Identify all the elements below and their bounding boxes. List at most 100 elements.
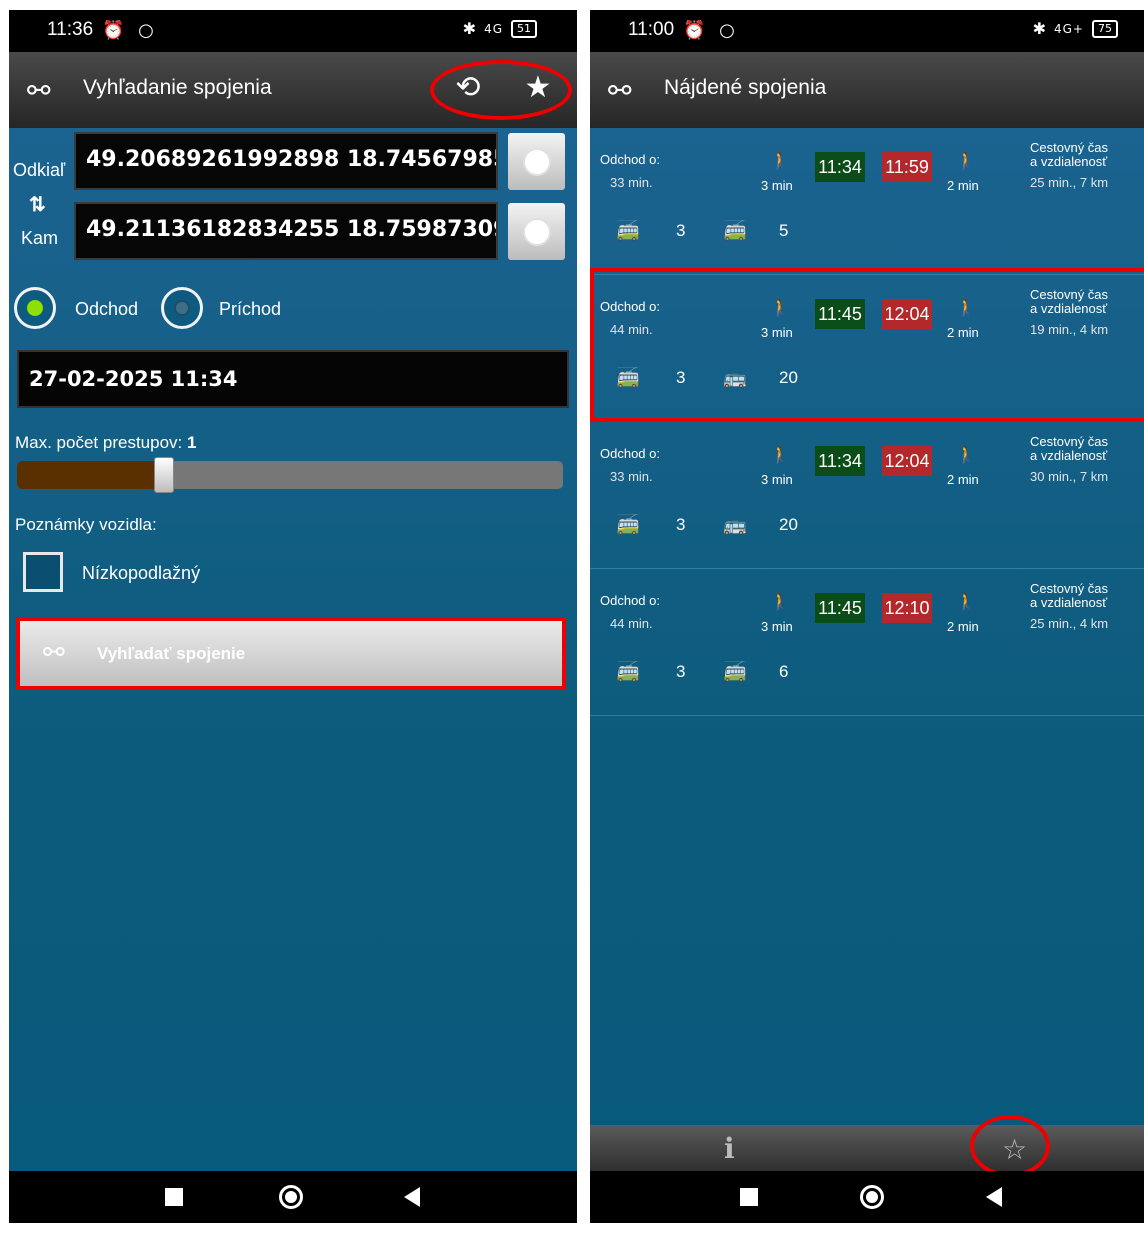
route-icon: ⚯ <box>27 74 51 107</box>
lowfloor-checkbox[interactable] <box>23 552 63 592</box>
departure-in-label: Odchod o: <box>600 446 660 461</box>
travel-time-value: 30 min., 7 km <box>1030 469 1109 484</box>
travel-time-value: 25 min., 7 km <box>1030 175 1109 190</box>
line-number: 3 <box>676 221 686 240</box>
result-row[interactable]: Odchod o: 33 min. 🚶 3 min 11:34 12:04 🚶 2 min Ce… <box>590 422 1144 569</box>
info-icon[interactable]: i <box>724 1132 735 1165</box>
result-row[interactable]: Odchod o: 44 min. 🚶 3 min 11:45 12:10 🚶 2 min Ce… <box>590 569 1144 716</box>
highlight-oval-favorite <box>970 1115 1050 1177</box>
result-row[interactable]: Odchod o: 33 min. 🚶 3 min 11:34 11:59 🚶 2 min Ce… <box>590 128 1144 275</box>
status-bar: 11:36 ⏰ ○ ✱ 4G 51 <box>9 10 577 52</box>
walk-icon: 🚶 <box>956 447 976 464</box>
highlight-rect-search <box>16 617 566 690</box>
globe-icon <box>522 217 551 246</box>
system-nav-bar <box>590 1171 1144 1223</box>
from-label: Odkiaľ <box>13 160 66 180</box>
to-map-button[interactable] <box>508 203 565 260</box>
travel-time-label: Cestovný čas a vzdialenosť <box>1030 581 1109 610</box>
recents-button[interactable] <box>740 1188 758 1206</box>
back-button[interactable] <box>404 1187 420 1207</box>
bus-icon: 🚌 <box>723 515 747 536</box>
vehicle-notes-label: Poznámky vozidla: <box>15 515 157 534</box>
to-label: Kam <box>21 228 59 248</box>
home-button[interactable] <box>279 1185 303 1209</box>
transfers-slider[interactable] <box>17 457 563 493</box>
walk-before-time: 3 min <box>761 178 793 193</box>
route-icon: ⚯ <box>608 74 632 107</box>
status-right-icons: ✱ 4G+ 75 <box>1033 19 1118 38</box>
battery-icon: 51 <box>511 19 537 38</box>
status-bar: 11:00 ⏰ ○ ✱ 4G+ 75 <box>590 10 1144 52</box>
line-number: 3 <box>676 515 686 534</box>
to-input[interactable]: 49.21136182834255 18.75987309962€ <box>74 202 498 260</box>
arrival-radio[interactable] <box>161 287 203 329</box>
departure-time: 11:34 <box>815 446 865 476</box>
line-number: 20 <box>779 515 798 534</box>
radio-selected-dot <box>27 300 43 316</box>
departure-time: 11:45 <box>815 593 865 623</box>
radio-unselected-dot <box>174 300 190 316</box>
walk-icon: 🚶 <box>770 153 790 170</box>
walk-after-time: 2 min <box>947 472 979 487</box>
travel-time-label: Cestovný čas a vzdialenosť <box>1030 434 1109 463</box>
walk-icon: 🚶 <box>770 594 790 611</box>
departure-in-value: 44 min. <box>610 616 653 631</box>
back-button[interactable] <box>986 1187 1002 1207</box>
walk-before-time: 3 min <box>761 619 793 634</box>
trolleybus-icon: 🚎 <box>616 515 640 536</box>
departure-in-value: 33 min. <box>610 469 653 484</box>
departure-in-value: 33 min. <box>610 175 653 190</box>
trolleybus-icon: 🚎 <box>616 221 640 242</box>
trolleybus-icon: 🚎 <box>723 221 747 242</box>
system-nav-bar <box>9 1171 577 1223</box>
trolleybus-icon: 🚎 <box>616 662 640 683</box>
travel-time-value: 25 min., 4 km <box>1030 616 1109 631</box>
status-time: 11:00 <box>628 19 675 40</box>
arrival-time: 12:04 <box>882 446 932 476</box>
recents-button[interactable] <box>165 1188 183 1206</box>
signal-icon: 4G <box>484 21 503 36</box>
results-screen: 11:00 ⏰ ○ ✱ 4G+ 75 ⚯ Nájdené spojenia Od… <box>590 10 1144 1223</box>
globe-icon <box>522 147 551 176</box>
battery-icon: 75 <box>1092 19 1118 38</box>
departure-label[interactable]: Odchod <box>75 299 138 320</box>
walk-icon: 🚶 <box>770 447 790 464</box>
arrival-label[interactable]: Príchod <box>219 299 281 320</box>
departure-time: 11:34 <box>815 152 865 182</box>
transfers-label: Max. počet prestupov: 1 <box>15 433 197 452</box>
page-title: Vyhľadanie spojenia <box>83 76 272 99</box>
walk-icon: 🚶 <box>956 153 976 170</box>
slider-thumb[interactable] <box>153 457 174 493</box>
arrival-time: 11:59 <box>882 152 932 182</box>
bottom-toolbar: i ☆ <box>590 1125 1144 1171</box>
line-number: 5 <box>779 221 789 240</box>
line-number: 6 <box>779 662 789 681</box>
alarm-icon: ⏰ ○ <box>683 20 739 41</box>
arrival-time: 12:10 <box>882 593 932 623</box>
slider-fill <box>17 461 154 489</box>
walk-after-time: 2 min <box>947 619 979 634</box>
home-button[interactable] <box>860 1185 884 1209</box>
departure-radio[interactable] <box>14 287 56 329</box>
highlight-oval-actions <box>430 60 572 120</box>
status-right-icons: ✱ 4G 51 <box>463 19 537 38</box>
signal-icon: 4G+ <box>1054 21 1084 36</box>
page-title: Nájdené spojenia <box>664 76 827 99</box>
departure-in-label: Odchod o: <box>600 593 660 608</box>
alarm-icon: ⏰ ○ <box>102 20 158 41</box>
from-map-button[interactable] <box>508 133 565 190</box>
walk-after-time: 2 min <box>947 178 979 193</box>
travel-time-label: Cestovný čas a vzdialenosť <box>1030 140 1109 169</box>
datetime-field[interactable]: 27-02-2025 11:34 <box>17 350 569 408</box>
walk-before-time: 3 min <box>761 472 793 487</box>
app-bar: ⚯ Nájdené spojenia <box>590 52 1144 128</box>
swap-icon[interactable]: ⇅ <box>29 192 46 217</box>
departure-in-label: Odchod o: <box>600 152 660 167</box>
highlight-rect-result <box>590 268 1144 422</box>
walk-icon: 🚶 <box>956 594 976 611</box>
status-time: 11:36 <box>47 19 94 40</box>
lowfloor-label[interactable]: Nízkopodlažný <box>82 563 200 584</box>
trolleybus-icon: 🚎 <box>723 662 747 683</box>
from-input[interactable]: 49.20689261992898 18.74567985534€ <box>74 132 498 190</box>
search-screen: 11:36 ⏰ ○ ✱ 4G 51 ⚯ Vyhľadanie spojenia … <box>9 10 577 1223</box>
